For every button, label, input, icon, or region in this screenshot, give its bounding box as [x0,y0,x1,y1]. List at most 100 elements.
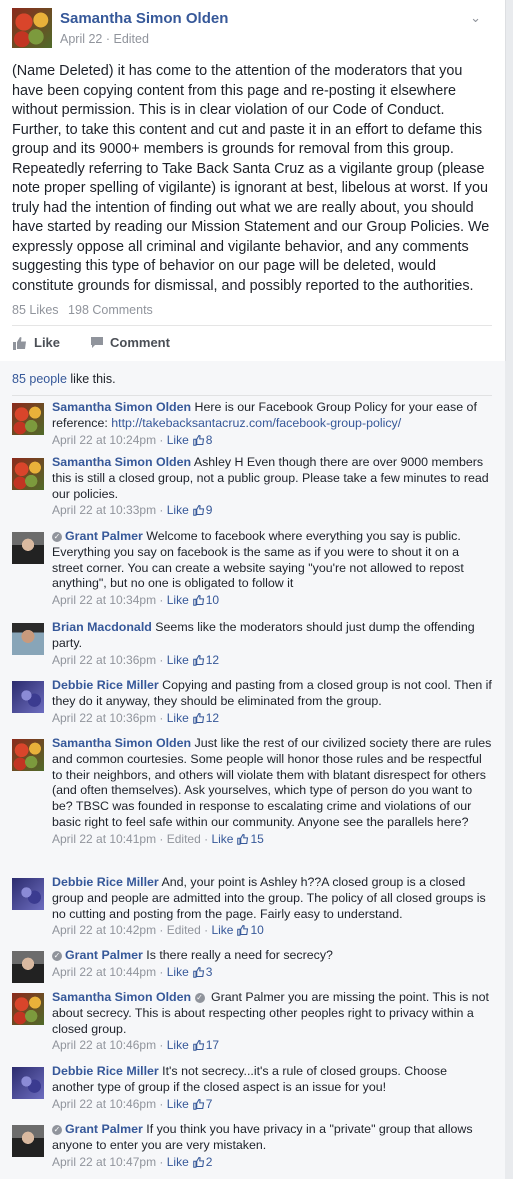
commenter-avatar[interactable] [12,878,44,910]
comment-like-link[interactable]: Like [167,593,189,607]
comment-button[interactable]: Comment [90,335,170,350]
comment-like-count[interactable]: 17 [206,1038,219,1052]
comment-body: Debbie Rice Miller Copying and pasting f… [52,678,492,726]
comment-timestamp[interactable]: April 22 at 10:36pm [52,711,156,725]
commenter-name[interactable]: Grant Palmer [65,948,143,962]
commenter-name[interactable]: Debbie Rice Miller [52,875,159,889]
comment-like-count[interactable]: 3 [206,965,213,979]
commenter-name[interactable]: Samantha Simon Olden [52,455,191,469]
edited-label[interactable]: Edited [167,923,201,937]
comment-like-count[interactable]: 10 [206,593,219,607]
commenter-name[interactable]: Grant Palmer [65,1122,143,1136]
comment-timestamp[interactable]: April 22 at 10:24pm [52,433,156,447]
divider [12,325,492,326]
commenter-avatar[interactable] [12,951,44,983]
comment-body: Samantha Simon Olden Ashley H Even thoug… [52,455,492,519]
comment-body: Samantha Simon Olden Here is our Faceboo… [52,400,492,448]
likes-summary-text: like this. [66,372,116,386]
comment-like-link[interactable]: Like [167,503,189,517]
commenter-name[interactable]: Brian Macdonald [52,620,152,634]
post-card: Samantha Simon Olden April 22 · Edited ⌄… [0,0,505,361]
comment-body: Brian Macdonald Seems like the moderator… [52,620,492,668]
comment-timestamp[interactable]: April 22 at 10:42pm [52,923,156,937]
comment-timestamp[interactable]: April 22 at 10:34pm [52,593,156,607]
comment-timestamp[interactable]: April 22 at 10:44pm [52,965,156,979]
comment-body: ✓ Grant Palmer Is there really a need for… [52,948,492,981]
comment-like-count[interactable]: 10 [250,923,263,937]
thumbs-up-icon [192,1040,204,1052]
comment-like-link[interactable]: Like [167,1038,189,1052]
commenter-name[interactable]: Debbie Rice Miller [52,678,159,692]
comment-like-link[interactable]: Like [167,433,189,447]
edited-label[interactable]: Edited [167,832,201,846]
like-button[interactable]: Like [12,335,60,350]
comment-like-count[interactable]: 9 [206,503,213,517]
comment-timestamp[interactable]: April 22 at 10:47pm [52,1155,156,1169]
like-label: Like [34,335,61,350]
comment-meta: April 22 at 10:42pm · Edited · Like 10 [52,923,264,938]
comment-body: ✓ Grant Palmer Welcome to facebook where … [52,529,492,609]
comment-text: Is there really a need for secrecy? [142,948,333,962]
commenter-avatar[interactable] [12,1067,44,1099]
commenter-avatar[interactable] [12,739,44,771]
comment-like-count[interactable]: 12 [206,653,219,667]
commenter-name[interactable]: Debbie Rice Miller [52,1064,159,1078]
divider [12,395,492,396]
chevron-down-icon[interactable]: ⌄ [470,10,481,26]
thumbs-up-icon [192,595,204,606]
comment-meta: April 22 at 10:33pm · Like 9 [52,503,213,518]
comment-like-link[interactable]: Like [167,1097,189,1111]
comment-like-link[interactable]: Like [211,832,233,846]
commenter-avatar[interactable] [12,681,44,713]
author-avatar[interactable] [12,8,52,48]
post-stats: 85 Likes 198 Comments [12,303,159,317]
comment-like-count[interactable]: 7 [206,1097,213,1111]
verified-icon: ✓ [52,1125,62,1135]
verified-icon: ✓ [194,993,205,1003]
comment-like-link[interactable]: Like [167,711,189,725]
comments-count[interactable]: 198 Comments [68,303,153,317]
comment-link[interactable]: http://takebacksantacruz.com/facebook-gr… [111,416,401,430]
comment-like-count[interactable]: 8 [206,433,213,447]
comment-like-count[interactable]: 12 [206,711,219,725]
comment-timestamp[interactable]: April 22 at 10:36pm [52,653,156,667]
commenter-name[interactable]: Grant Palmer [65,529,143,543]
commenter-avatar[interactable] [12,1125,44,1157]
commenter-name[interactable]: Samantha Simon Olden [52,400,191,414]
post-author-name[interactable]: Samantha Simon Olden [60,10,228,27]
thumbs-up-icon [237,833,249,845]
likes-people-link[interactable]: 85 people [12,372,67,386]
comment-body: Debbie Rice Miller It's not secrecy...it… [52,1064,492,1112]
commenter-name[interactable]: Samantha Simon Olden [52,990,191,1004]
comment-meta: April 22 at 10:36pm · Like 12 [52,652,220,667]
commenter-avatar[interactable] [12,532,44,564]
comment-like-link[interactable]: Like [167,653,189,667]
comment-meta: April 22 at 10:46pm · Like 17 [52,1038,220,1053]
thumbs-up-icon [192,654,204,666]
comment-like-count[interactable]: 2 [206,1155,213,1169]
comment-body: Debbie Rice Miller And, your point is As… [52,875,492,939]
likes-count[interactable]: 85 Likes [12,303,59,317]
post-date[interactable]: April 22 · Edited [60,32,149,46]
comment-meta: April 22 at 10:24pm · Like 8 [52,432,213,447]
commenter-avatar[interactable] [12,993,44,1025]
comment-body: Samantha Simon Olden ✓ Grant Palmer you … [52,990,492,1054]
thumbs-up-icon [192,505,204,517]
commenter-avatar[interactable] [12,458,44,490]
thumbs-up-icon [192,434,204,446]
verified-icon: ✓ [52,532,62,542]
scroll-track [505,0,513,1179]
commenter-avatar[interactable] [12,403,44,435]
comment-timestamp[interactable]: April 22 at 10:46pm [52,1038,156,1052]
comment-timestamp[interactable]: April 22 at 10:46pm [52,1097,156,1111]
commenter-name[interactable]: Samantha Simon Olden [52,736,191,750]
comment-like-link[interactable]: Like [211,923,233,937]
comment-timestamp[interactable]: April 22 at 10:41pm [52,832,156,846]
thumbs-up-icon [192,1098,204,1110]
comment-timestamp[interactable]: April 22 at 10:33pm [52,503,156,517]
comment-like-link[interactable]: Like [167,965,189,979]
commenter-avatar[interactable] [12,623,44,655]
comment-like-link[interactable]: Like [167,1155,189,1169]
comment-icon [91,337,103,348]
comment-like-count[interactable]: 15 [250,832,263,846]
